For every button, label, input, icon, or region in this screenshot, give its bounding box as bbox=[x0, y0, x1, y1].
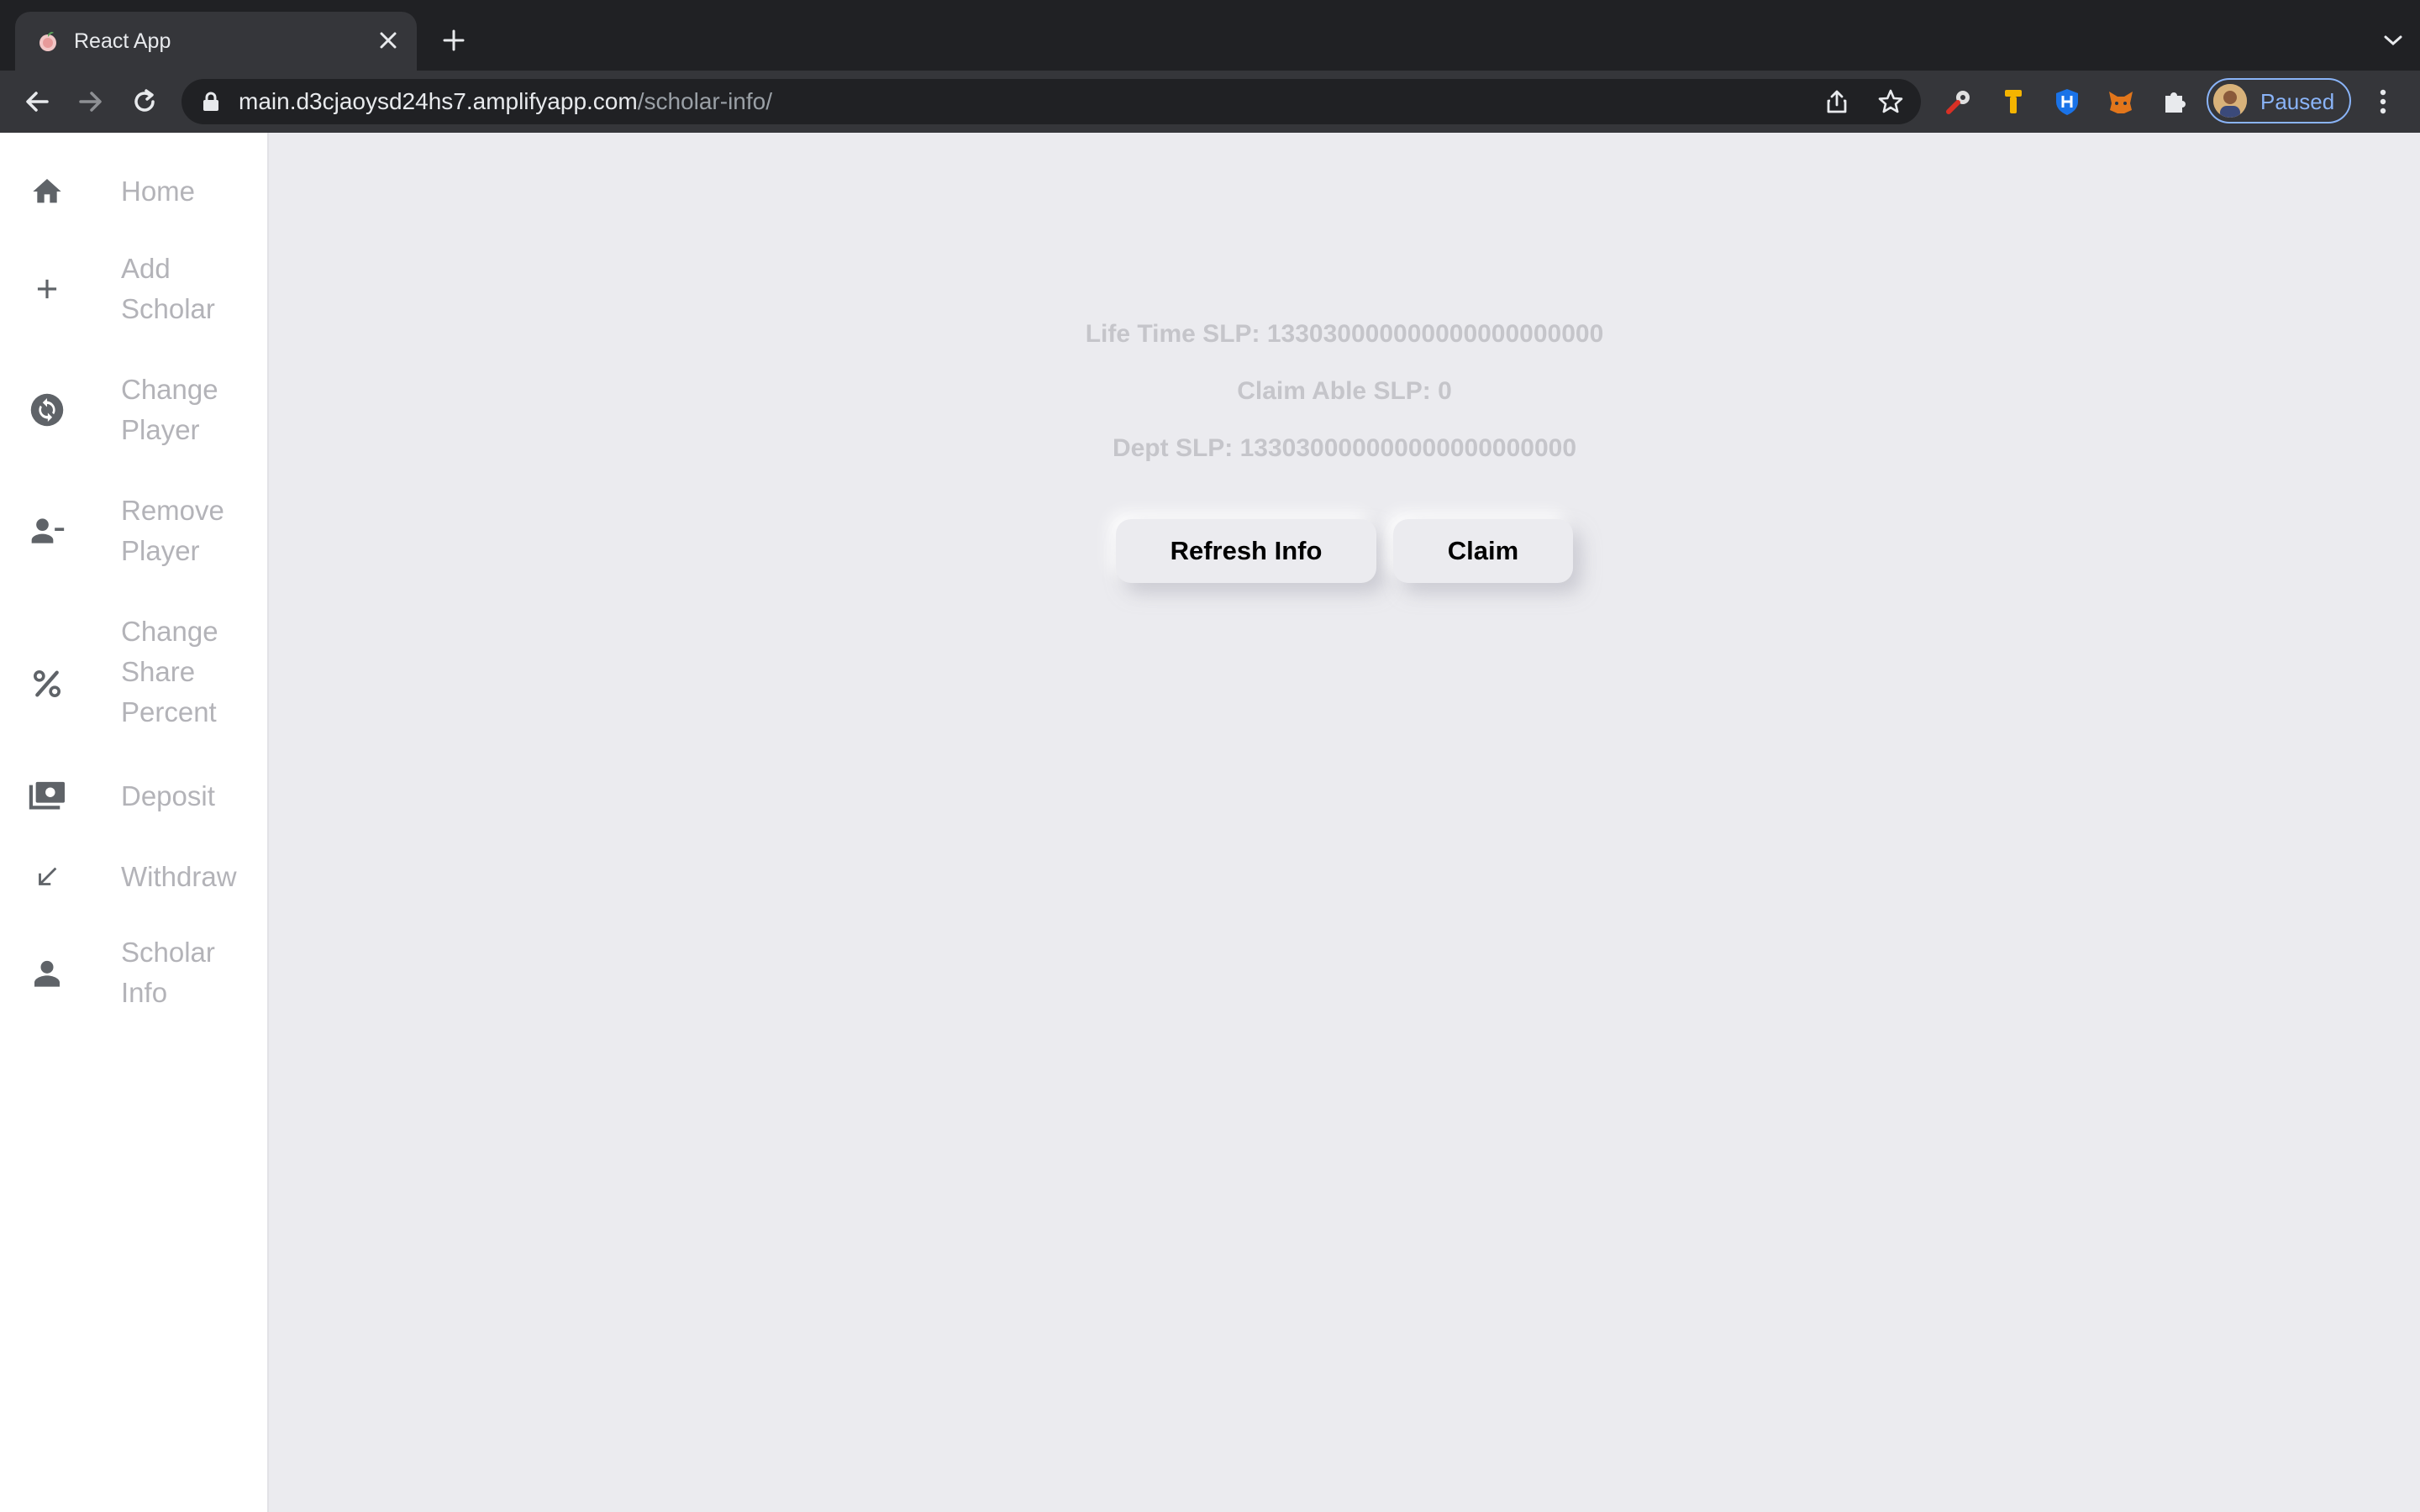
sidebar-item-label: Home bbox=[121, 176, 196, 207]
sidebar-item-label: Scholar Info bbox=[121, 937, 215, 1008]
extension-fox-icon[interactable] bbox=[2102, 83, 2139, 120]
claim-button[interactable]: Claim bbox=[1393, 519, 1573, 583]
url-text: main.d3cjaoysd24hs7.amplifyapp.com/schol… bbox=[239, 89, 772, 114]
claimable-slp-text: Claim Able SLP: 0 bbox=[1237, 377, 1452, 405]
sidebar-item-deposit[interactable]: Deposit bbox=[0, 769, 267, 823]
sidebar-item-label: Change Player bbox=[121, 374, 218, 445]
home-icon bbox=[27, 171, 67, 212]
back-arrow-icon[interactable] bbox=[17, 81, 57, 122]
sidebar-item-label: Withdraw bbox=[121, 861, 237, 892]
avatar bbox=[2213, 84, 2247, 118]
extension-tool-icon[interactable] bbox=[1995, 83, 2032, 120]
person-remove-icon bbox=[27, 511, 67, 551]
sidebar: Home Add Scholar Change Player Remove Pl… bbox=[0, 133, 269, 1512]
profile-button[interactable]: Paused bbox=[2207, 78, 2351, 123]
scholar-info-panel: Life Time SLP: 133030000000000000000000 … bbox=[269, 133, 2420, 1512]
reload-icon[interactable] bbox=[124, 81, 165, 122]
sidebar-item-add-scholar[interactable]: Add Scholar bbox=[0, 247, 267, 331]
lifetime-slp-text: Life Time SLP: 133030000000000000000000 bbox=[1085, 320, 1604, 348]
extension-key-icon[interactable] bbox=[1941, 83, 1978, 120]
sidebar-item-label: Deposit bbox=[121, 780, 215, 811]
sidebar-item-withdraw[interactable]: Withdraw bbox=[0, 850, 267, 904]
arrow-down-left-icon bbox=[27, 857, 67, 897]
new-tab-icon[interactable] bbox=[435, 22, 472, 59]
browser-tab-bar: React App bbox=[0, 0, 2420, 71]
tab-title: React App bbox=[74, 29, 171, 53]
profile-status: Paused bbox=[2260, 89, 2335, 114]
share-icon[interactable] bbox=[1820, 85, 1854, 118]
url-domain: main.d3cjaoysd24hs7.amplifyapp.com bbox=[239, 88, 638, 114]
sidebar-item-home[interactable]: Home bbox=[0, 165, 267, 218]
forward-arrow-icon[interactable] bbox=[71, 81, 111, 122]
sidebar-item-remove-player[interactable]: Remove Player bbox=[0, 489, 267, 573]
sidebar-item-change-player[interactable]: Change Player bbox=[0, 368, 267, 452]
person-icon bbox=[27, 953, 67, 993]
percent-icon bbox=[27, 664, 67, 704]
extension-shield-icon[interactable] bbox=[2049, 83, 2086, 120]
tab-search-chevron-icon[interactable] bbox=[2375, 22, 2412, 59]
lock-icon bbox=[203, 92, 218, 111]
refresh-info-button[interactable]: Refresh Info bbox=[1116, 519, 1376, 583]
plus-icon bbox=[27, 269, 67, 309]
kebab-menu-icon[interactable] bbox=[2365, 83, 2402, 120]
sync-icon bbox=[27, 390, 67, 430]
dept-slp-text: Dept SLP: 133030000000000000000000 bbox=[1112, 434, 1577, 462]
sidebar-item-label: Remove Player bbox=[121, 495, 224, 566]
cash-icon bbox=[27, 776, 67, 816]
close-tab-icon[interactable] bbox=[370, 22, 407, 59]
react-app-favicon bbox=[39, 31, 56, 51]
url-path: /scholar-info/ bbox=[637, 88, 772, 114]
sidebar-item-label: Add Scholar bbox=[121, 253, 215, 324]
sidebar-item-scholar-info[interactable]: Scholar Info bbox=[0, 931, 267, 1015]
sidebar-item-label: Change Share Percent bbox=[121, 616, 218, 727]
browser-toolbar: main.d3cjaoysd24hs7.amplifyapp.com/schol… bbox=[0, 71, 2420, 133]
sidebar-item-change-share-percent[interactable]: Change Share Percent bbox=[0, 610, 267, 736]
bookmark-star-icon[interactable] bbox=[1874, 85, 1907, 118]
browser-tab[interactable]: React App bbox=[15, 12, 417, 71]
page-viewport: Home Add Scholar Change Player Remove Pl… bbox=[0, 133, 2420, 1512]
address-bar[interactable]: main.d3cjaoysd24hs7.amplifyapp.com/schol… bbox=[182, 79, 1921, 124]
extensions-puzzle-icon[interactable] bbox=[2156, 83, 2193, 120]
